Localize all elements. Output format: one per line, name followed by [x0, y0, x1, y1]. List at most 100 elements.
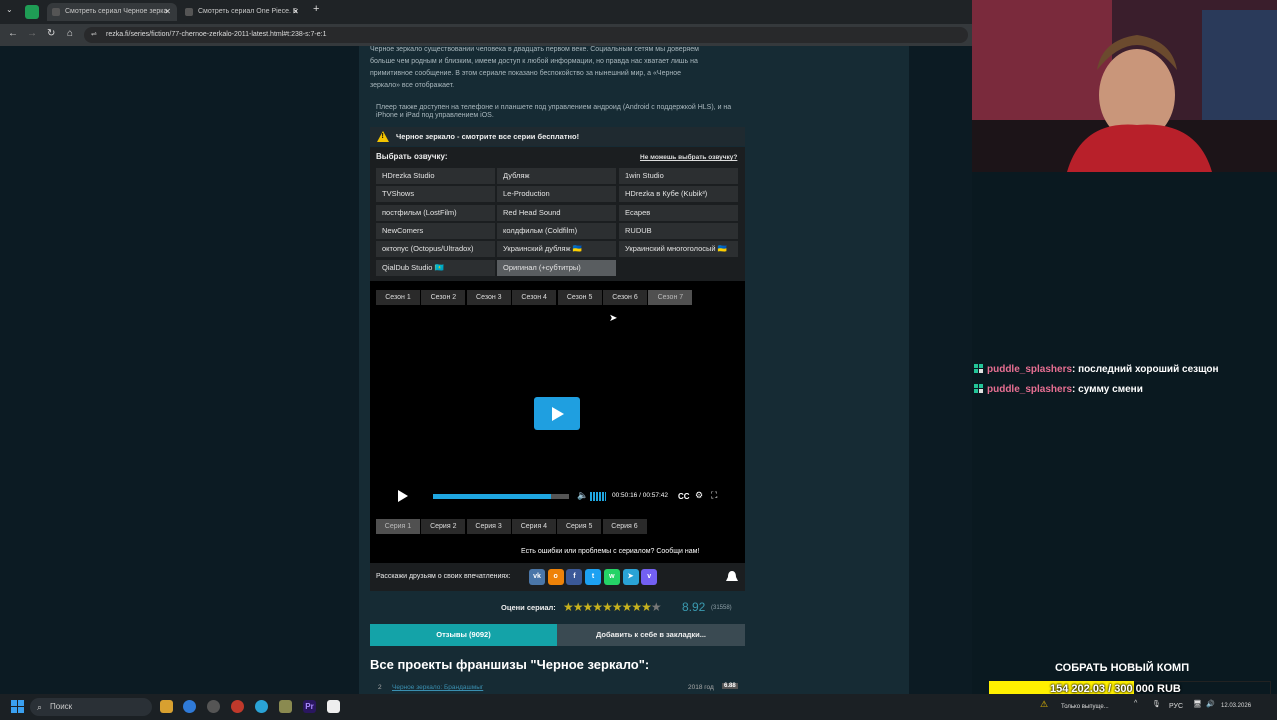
- voice-option[interactable]: Ecapeв: [619, 204, 738, 221]
- episode-tab[interactable]: Серия 4: [511, 519, 556, 534]
- voice-option[interactable]: HDrezka в Кубе (Kubik³): [619, 186, 738, 203]
- taskbar-search[interactable]: ⌕ Поиск: [30, 698, 152, 716]
- telegram-share-icon[interactable]: ➤: [622, 569, 639, 585]
- voice-option[interactable]: Украинский дубляж 🇺🇦: [497, 241, 616, 258]
- volume-tray-icon[interactable]: 🔊: [1206, 700, 1215, 708]
- season-tab[interactable]: Сезон 2: [421, 290, 466, 305]
- new-tab-button[interactable]: +: [313, 3, 319, 15]
- warning-tray-icon[interactable]: ⚠: [1040, 699, 1048, 710]
- voice-option[interactable]: Дубляж: [497, 168, 616, 184]
- episode-tab[interactable]: Серия 5: [557, 519, 602, 534]
- reviews-button[interactable]: Отзывы (9092): [370, 624, 557, 646]
- keyboard-language[interactable]: РУС: [1169, 703, 1183, 710]
- voice-option[interactable]: QialDub Studio 🇰🇿: [376, 259, 495, 276]
- episode-tab[interactable]: Серия 2: [421, 519, 466, 534]
- rating-star-icon[interactable]: ★: [592, 600, 603, 614]
- network-icon[interactable]: 🖥: [1193, 700, 1202, 708]
- browser-tab-active[interactable]: Смотреть сериал Черное зерка ✕: [47, 3, 177, 21]
- ok-share-icon[interactable]: o: [547, 569, 564, 585]
- rating-star-icon[interactable]: ★: [631, 600, 642, 614]
- episode-tab[interactable]: Серия 6: [602, 519, 647, 534]
- voice-option[interactable]: Оригинал (+субтитры): [497, 259, 616, 276]
- site-favicon-icon: [185, 8, 193, 16]
- voice-option[interactable]: Le-Production: [497, 186, 616, 203]
- site-info-icon[interactable]: ⇌: [91, 27, 97, 43]
- windows-start-icon[interactable]: [11, 700, 24, 713]
- voice-option[interactable]: октопус (Octopus/Ultradox): [376, 241, 495, 258]
- chrome-icon[interactable]: [183, 700, 196, 713]
- play-button-large[interactable]: [534, 397, 580, 430]
- rating-star-icon[interactable]: ★: [612, 600, 623, 614]
- voice-option[interactable]: NewComers: [376, 222, 495, 239]
- browser-tabbar: ⌄ Смотреть сериал Черное зерка ✕ Смотрет…: [0, 0, 972, 24]
- chat-badge-icon: [974, 384, 983, 393]
- report-problem-link[interactable]: Есть ошибки или проблемы с сериалом? Соо…: [521, 548, 699, 555]
- forward-icon[interactable]: →: [27, 28, 37, 39]
- season-tab[interactable]: Сезон 7: [648, 290, 693, 305]
- voice-option[interactable]: RUDUB: [619, 222, 738, 239]
- rating-star-icon[interactable]: ★: [651, 600, 662, 614]
- app-icon[interactable]: [207, 700, 220, 713]
- premiere-icon[interactable]: Pr: [303, 700, 316, 713]
- voice-option[interactable]: HDrezka Studio: [376, 168, 495, 184]
- rating-star-icon[interactable]: ★: [641, 600, 652, 614]
- season-tab[interactable]: Сезон 6: [603, 290, 647, 305]
- rating-star-icon[interactable]: ★: [622, 600, 633, 614]
- opera-icon[interactable]: [231, 700, 244, 713]
- close-tab-icon[interactable]: ✕: [292, 3, 299, 21]
- sheets-app-icon[interactable]: [25, 5, 39, 19]
- fullscreen-icon[interactable]: ⛶: [711, 490, 717, 501]
- episode-tab[interactable]: Серия 1: [376, 519, 420, 534]
- episode-tab[interactable]: Серия 3: [466, 519, 511, 534]
- rating-votes: (31558): [711, 605, 732, 611]
- season-tab[interactable]: Сезон 1: [376, 290, 420, 305]
- franchise-item-link[interactable]: Черное зеркало: Брандашмыг: [392, 684, 483, 691]
- facebook-share-icon[interactable]: f: [566, 569, 583, 585]
- back-icon[interactable]: ←: [8, 28, 18, 39]
- cant-choose-voice-link[interactable]: Не можешь выбрать озвучку?: [640, 154, 737, 161]
- telegram-icon[interactable]: [255, 700, 268, 713]
- vk-share-icon[interactable]: vk: [529, 569, 545, 585]
- mic-icon[interactable]: 🎙: [1152, 700, 1161, 708]
- obs-icon[interactable]: [327, 700, 340, 713]
- voice-option[interactable]: колдфильм (Coldfilm): [497, 222, 616, 239]
- browser-tab[interactable]: Смотреть сериал One Piece. Б ✕: [180, 3, 305, 21]
- whatsapp-share-icon[interactable]: w: [603, 569, 620, 585]
- season-tab[interactable]: Сезон 4: [512, 290, 557, 305]
- reload-icon[interactable]: ↻: [47, 28, 55, 39]
- settings-gear-icon[interactable]: ⚙: [695, 490, 703, 501]
- rating-star-icon[interactable]: ★: [563, 600, 574, 614]
- chat-badge-icon: [974, 364, 983, 373]
- season-tab[interactable]: Сезон 3: [466, 290, 511, 305]
- app-icon[interactable]: [279, 700, 292, 713]
- show-hidden-icon[interactable]: ^: [1134, 700, 1137, 707]
- close-tab-icon[interactable]: ✕: [164, 3, 171, 21]
- rating-star-icon[interactable]: ★: [602, 600, 613, 614]
- rating-star-icon[interactable]: ★: [573, 600, 584, 614]
- home-icon[interactable]: ⌂: [67, 28, 73, 39]
- franchise-item-number: 2: [378, 684, 382, 691]
- series-description: Черное зеркало существовании человека в …: [370, 44, 740, 92]
- url-input[interactable]: ⇌ rezka.fi/series/fiction/77-chernoe-zer…: [84, 27, 968, 43]
- voice-option[interactable]: постфильм (LostFilm): [376, 204, 495, 221]
- season-tab[interactable]: Сезон 5: [557, 290, 602, 305]
- file-explorer-icon[interactable]: [160, 700, 173, 713]
- voice-option[interactable]: 1win Studio: [619, 168, 738, 184]
- rating-star-icon[interactable]: ★: [583, 600, 594, 614]
- voice-option[interactable]: TVShows: [376, 186, 495, 203]
- volume-icon[interactable]: 🔈: [577, 490, 588, 501]
- taskbar-date[interactable]: 12.03.2026: [1221, 703, 1251, 709]
- banner-text: Черное зеркало - смотрите все серии бесп…: [396, 132, 580, 141]
- subtitles-icon[interactable]: CC: [678, 492, 690, 501]
- notification-bell-icon[interactable]: [724, 569, 740, 585]
- play-icon[interactable]: [398, 490, 408, 502]
- rating-stars[interactable]: ★★★★★★★★★★: [563, 600, 662, 614]
- voice-option[interactable]: Red Head Sound: [497, 204, 616, 221]
- rating-value: 8.92: [682, 600, 706, 614]
- add-bookmark-button[interactable]: Добавить к себе в закладки...: [557, 624, 745, 646]
- tab-menu-icon[interactable]: ⌄: [6, 5, 13, 14]
- volume-level[interactable]: [590, 492, 606, 501]
- twitter-share-icon[interactable]: t: [585, 569, 602, 585]
- voice-option[interactable]: Украинский многоголосый 🇺🇦: [619, 241, 738, 258]
- viber-share-icon[interactable]: v: [641, 569, 658, 585]
